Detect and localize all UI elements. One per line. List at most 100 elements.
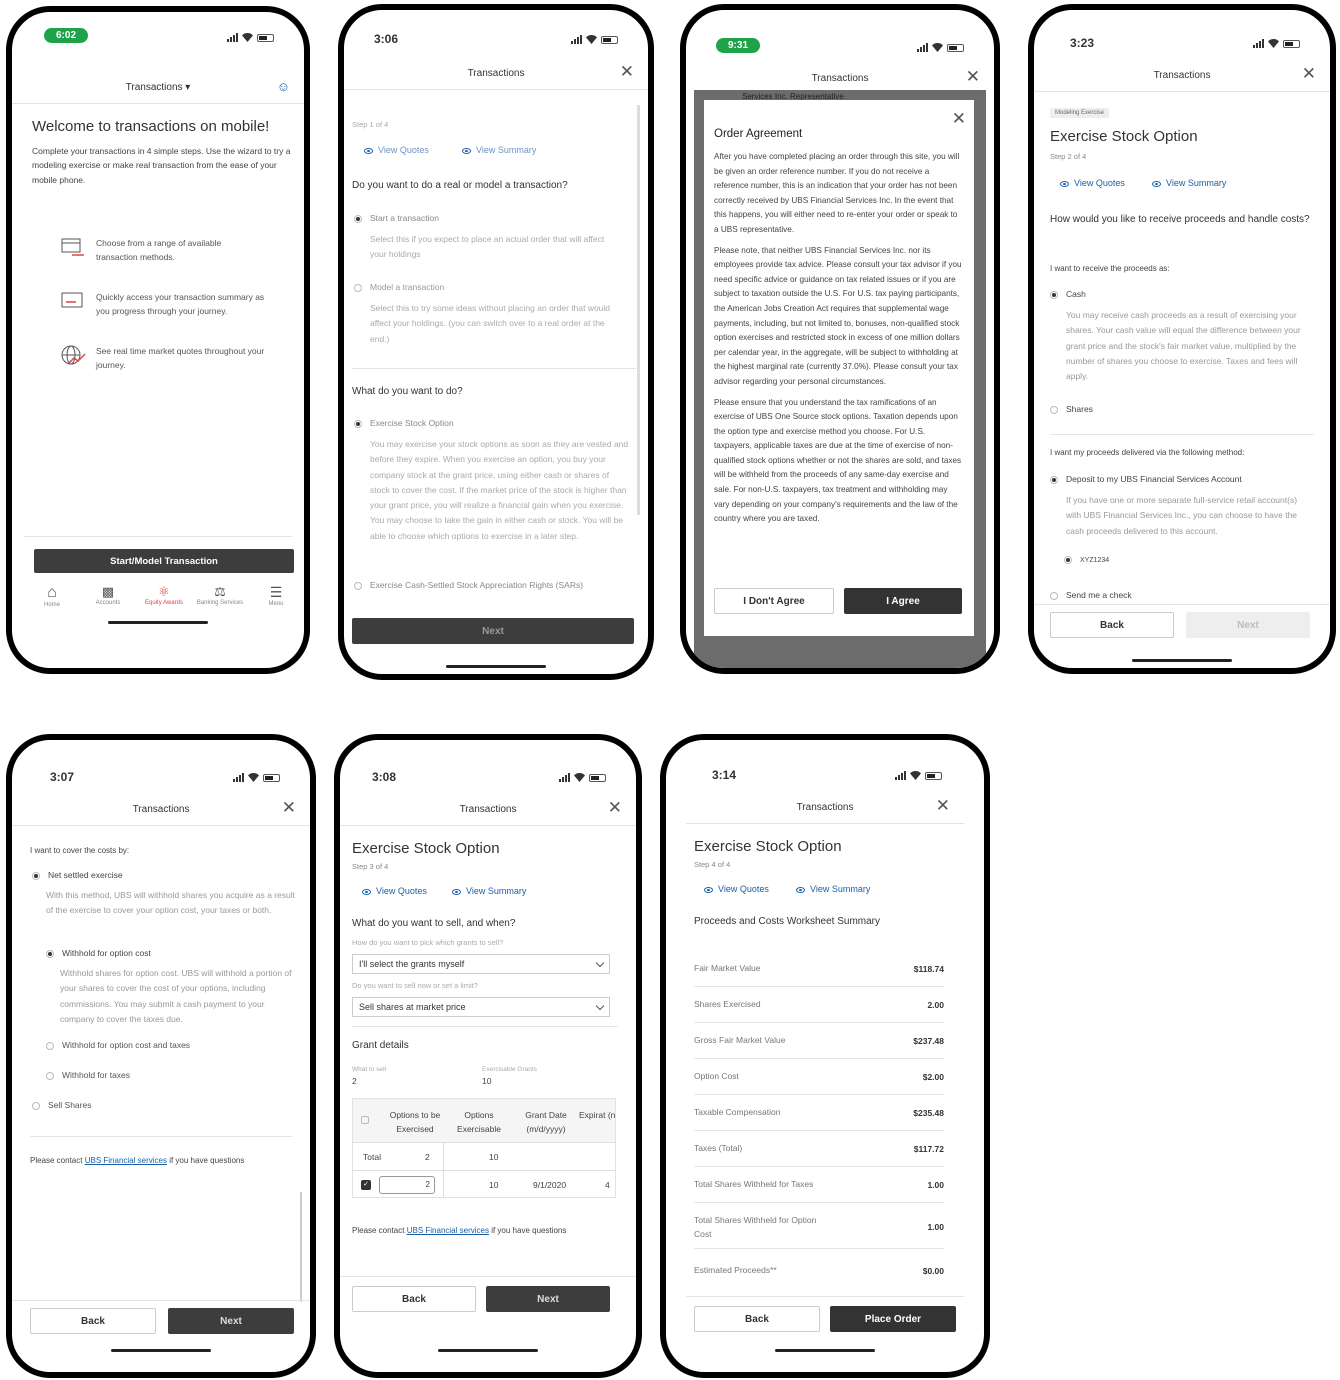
next-button[interactable]: Next bbox=[486, 1286, 610, 1312]
summary-row-value: $237.48 bbox=[913, 1036, 944, 1046]
ubs-link[interactable]: UBS Financial services bbox=[85, 1156, 167, 1165]
status-time: 9:31 bbox=[716, 38, 761, 53]
agreement-text: After you have completed placing an orde… bbox=[714, 152, 962, 524]
summary-icon bbox=[60, 290, 86, 317]
select-all-checkbox[interactable] bbox=[361, 1116, 369, 1124]
row-divider bbox=[694, 986, 944, 987]
summary-row-value: $0.00 bbox=[922, 1266, 944, 1276]
view-summary-link[interactable]: View Summary bbox=[1152, 178, 1226, 188]
summary-row-value: 1.00 bbox=[927, 1222, 944, 1232]
summary-row: Total Shares Withheld for Option Cost 1.0… bbox=[694, 1214, 944, 1241]
view-quotes-link[interactable]: View Quotes bbox=[362, 886, 427, 896]
option-net-settled[interactable]: Net settled exercise bbox=[32, 870, 123, 880]
nav-equity-awards[interactable]: ⚛ Equity Awards bbox=[138, 584, 190, 608]
ubs-link[interactable]: UBS Financial services bbox=[407, 1226, 489, 1235]
summary-row-label: Estimated Proceeds** bbox=[694, 1265, 777, 1275]
view-quotes-link[interactable]: View Quotes bbox=[1060, 178, 1125, 188]
header: Transactions ✕ bbox=[686, 794, 964, 824]
equity-awards-icon: ⚛ bbox=[158, 584, 170, 599]
summary-row-value: $118.74 bbox=[913, 964, 944, 974]
view-summary-link[interactable]: View Summary bbox=[796, 884, 870, 894]
nav-home[interactable]: ⌂ Home bbox=[26, 584, 78, 608]
close-icon[interactable]: ✕ bbox=[608, 799, 622, 816]
close-icon[interactable]: ✕ bbox=[1302, 65, 1316, 82]
grant-details-heading: Grant details bbox=[352, 1040, 409, 1051]
dont-agree-button[interactable]: I Don't Agree bbox=[714, 588, 834, 614]
nav-banking[interactable]: ⚖ Banking Services bbox=[194, 584, 246, 608]
close-icon[interactable]: ✕ bbox=[620, 63, 634, 80]
option-withhold-taxes[interactable]: Withhold for taxes bbox=[46, 1070, 130, 1080]
pick-grants-select[interactable]: I'll select the grants myself bbox=[352, 954, 610, 974]
view-summary-link[interactable]: View Summary bbox=[462, 145, 536, 155]
nav-menu[interactable]: ☰ Menu bbox=[250, 584, 302, 608]
header-title: Transactions bbox=[132, 804, 190, 815]
option-sars[interactable]: Exercise Cash-Settled Stock Appreciation… bbox=[354, 580, 583, 590]
header-title[interactable]: Transactions ▾ bbox=[12, 82, 304, 93]
modal-close-icon[interactable]: ✕ bbox=[952, 110, 966, 127]
option-shares[interactable]: Shares bbox=[1050, 404, 1093, 414]
option-account[interactable]: XYZ1234 bbox=[1064, 556, 1109, 564]
back-button[interactable]: Back bbox=[694, 1306, 820, 1332]
eye-icon bbox=[1152, 180, 1161, 187]
close-icon[interactable]: ✕ bbox=[936, 797, 950, 814]
close-icon[interactable]: ✕ bbox=[966, 68, 980, 85]
phone-step2: 3:23 Transactions ✕ Modeling Exercise Exe… bbox=[1028, 4, 1336, 674]
scrollbar[interactable] bbox=[300, 1192, 302, 1302]
user-icon[interactable]: ☺ bbox=[277, 80, 290, 93]
back-button[interactable]: Back bbox=[1050, 612, 1174, 638]
option-start[interactable]: Start a transaction bbox=[354, 213, 439, 223]
options-input[interactable]: 2 bbox=[379, 1176, 435, 1194]
header-title: Transactions bbox=[467, 68, 525, 79]
option-check[interactable]: Send me a check bbox=[1050, 590, 1132, 600]
view-quotes-link[interactable]: View Quotes bbox=[364, 145, 429, 155]
summary-row-label: Fair Market Value bbox=[694, 963, 761, 973]
close-icon[interactable]: ✕ bbox=[282, 799, 296, 816]
view-quotes-link[interactable]: View Quotes bbox=[704, 884, 769, 894]
scrollbar[interactable] bbox=[637, 105, 640, 515]
summary-row: Shares Exercised 2.00 bbox=[694, 998, 944, 1012]
option-sell-shares[interactable]: Sell Shares bbox=[32, 1100, 91, 1110]
row-checkbox[interactable]: ✓ bbox=[361, 1180, 371, 1190]
methods-icon bbox=[60, 236, 86, 263]
feature-3: See real time market quotes throughout y… bbox=[96, 346, 265, 371]
phone-cover-costs: 3:07 Transactions ✕ I want to cover the c… bbox=[6, 734, 316, 1378]
summary-list: Fair Market Value $118.74 Shares Exercised… bbox=[694, 936, 944, 1292]
row-divider bbox=[694, 1202, 944, 1203]
page-title: Exercise Stock Option bbox=[352, 840, 500, 857]
modal-overlay[interactable]: Services Inc. Representative ✕ Order Agr… bbox=[694, 90, 986, 668]
header-title: Transactions bbox=[796, 802, 854, 813]
option-withhold-option-cost[interactable]: Withhold for option cost bbox=[46, 948, 151, 958]
agree-button[interactable]: I Agree bbox=[844, 588, 962, 614]
summary-row: Taxes (Total) $117.72 bbox=[694, 1142, 944, 1156]
next-button[interactable]: Next bbox=[352, 618, 634, 644]
table-row: ✓ 2 10 9/1/2020 4 bbox=[353, 1171, 615, 1197]
phone-order-agreement: 9:31 Transactions ✕ Services Inc. Represe… bbox=[680, 4, 1000, 674]
welcome-intro: Complete your transactions in 4 simple s… bbox=[32, 146, 291, 185]
table-header: Options to be Exercised Options Exercisa… bbox=[353, 1099, 615, 1143]
summary-row-value: $2.00 bbox=[922, 1072, 944, 1082]
start-model-button[interactable]: Start/Model Transaction bbox=[34, 549, 294, 573]
phone-welcome: 6:02 Transactions ▾ ☺ Welcome to transac… bbox=[6, 6, 310, 674]
proceeds-as-label: I want to receive the proceeds as: bbox=[1050, 264, 1170, 273]
next-button[interactable]: Next bbox=[168, 1308, 294, 1334]
phone-step1: 3:06 Transactions ✕ Step 1 of 4 View Quot… bbox=[338, 4, 654, 680]
row-divider bbox=[694, 1022, 944, 1023]
place-order-button[interactable]: Place Order bbox=[830, 1306, 956, 1332]
nav-accounts[interactable]: ▩ Accounts bbox=[82, 584, 134, 608]
view-summary-link[interactable]: View Summary bbox=[452, 886, 526, 896]
option-cash[interactable]: Cash bbox=[1050, 289, 1086, 299]
back-button[interactable]: Back bbox=[30, 1308, 156, 1334]
option-exercise[interactable]: Exercise Stock Option bbox=[354, 418, 454, 428]
option-deposit[interactable]: Deposit to my UBS Financial Services Acc… bbox=[1050, 474, 1242, 484]
row-divider bbox=[694, 1058, 944, 1059]
next-button[interactable]: Next bbox=[1186, 612, 1310, 638]
sell-timing-select[interactable]: Sell shares at market price bbox=[352, 997, 610, 1017]
option-withhold-cost-taxes[interactable]: Withhold for option cost and taxes bbox=[46, 1040, 190, 1050]
exercisable-value: 10 bbox=[482, 1076, 492, 1086]
back-button[interactable]: Back bbox=[352, 1286, 476, 1312]
option-model[interactable]: Model a transaction bbox=[354, 282, 444, 292]
option-model-desc: Select this to try some ideas without pl… bbox=[370, 303, 611, 344]
order-agreement-modal: ✕ Order Agreement After you have complet… bbox=[704, 100, 974, 636]
row-divider bbox=[694, 1248, 944, 1249]
summary-row-value: 2.00 bbox=[927, 1000, 944, 1010]
